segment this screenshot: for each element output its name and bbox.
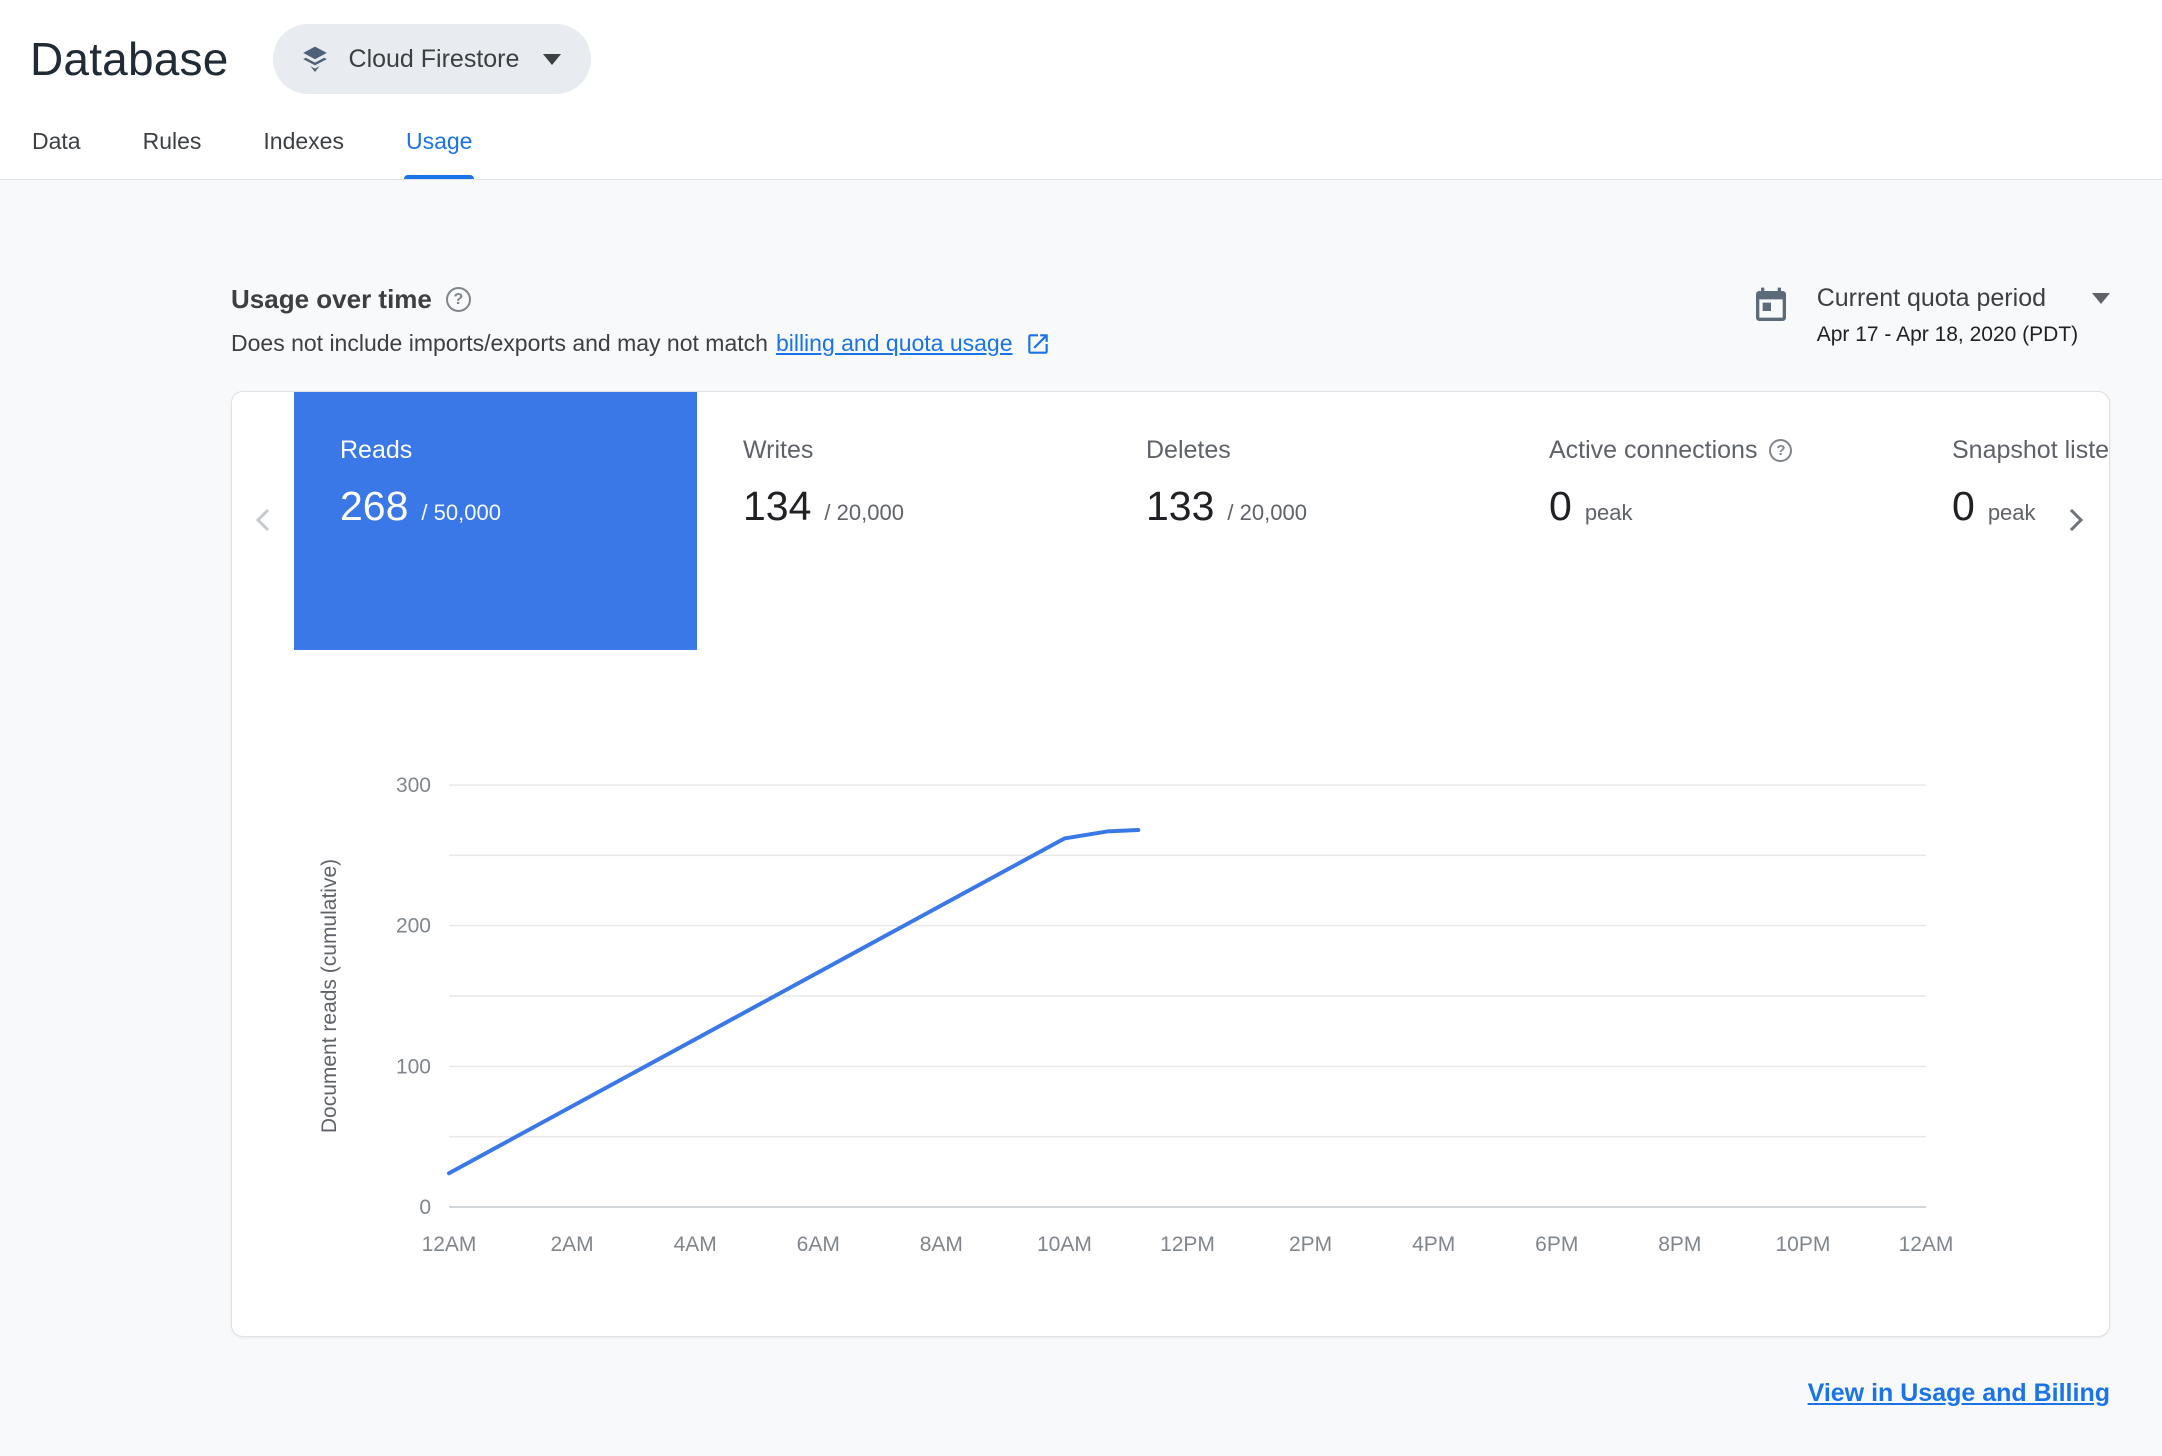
usage-subtitle: Does not include imports/exports and may… (231, 330, 1051, 357)
metric-tile-reads[interactable]: Reads 268 / 50,000 (294, 392, 697, 650)
usage-heading-block: Usage over time Does not include imports… (231, 284, 1051, 357)
svg-text:10PM: 10PM (1775, 1233, 1830, 1256)
metric-denominator: peak (1987, 500, 2036, 525)
svg-text:12PM: 12PM (1160, 1233, 1215, 1256)
metric-value: 133 (1146, 483, 1215, 529)
svg-text:4AM: 4AM (674, 1233, 717, 1256)
svg-text:0: 0 (419, 1196, 431, 1219)
metric-label: Writes (743, 436, 814, 464)
svg-text:8PM: 8PM (1658, 1233, 1701, 1256)
svg-text:200: 200 (396, 915, 431, 938)
carousel-next-button[interactable] (2055, 501, 2095, 541)
quota-period-select[interactable]: Current quota period Apr 17 - Apr 18, 20… (1817, 284, 2110, 347)
usage-card: Reads 268 / 50,000 Writes 134 / 20,000 D… (231, 391, 2110, 1337)
footer-link-row: View in Usage and Billing (231, 1379, 2110, 1408)
product-switcher-button[interactable]: Cloud Firestore (272, 24, 592, 94)
metrics-carousel: Reads 268 / 50,000 Writes 134 / 20,000 D… (232, 392, 2109, 650)
view-usage-billing-link[interactable]: View in Usage and Billing (1808, 1379, 2110, 1407)
firestore-icon (299, 43, 331, 75)
svg-text:4PM: 4PM (1412, 1233, 1455, 1256)
svg-text:100: 100 (396, 1055, 431, 1078)
product-switcher-label: Cloud Firestore (348, 44, 520, 73)
metric-denominator: / 20,000 (824, 500, 904, 525)
usage-chart-area: 0 100 200 300 12AM 2AM 4AM 6AM 8AM 10AM 12PM 2PM 4PM… (320, 755, 2109, 1336)
tab-rules[interactable]: Rules (141, 108, 204, 179)
open-in-new-icon (1027, 333, 1048, 354)
usage-section-head: Usage over time Does not include imports… (231, 284, 2110, 357)
metric-label: Snapshot listeners (1952, 436, 2110, 464)
metric-tile-writes[interactable]: Writes 134 / 20,000 (697, 392, 1100, 650)
reads-line-chart: 0 100 200 300 12AM 2AM 4AM 6AM 8AM 10AM 12PM 2PM 4PM… (320, 774, 1954, 1256)
metric-tile-active-connections[interactable]: Active connections 0 peak (1503, 392, 1906, 650)
svg-text:6AM: 6AM (797, 1233, 840, 1256)
metric-value: 268 (340, 483, 409, 529)
metric-value: 0 (1952, 483, 1975, 529)
tab-usage[interactable]: Usage (403, 108, 475, 179)
quota-period-block: Current quota period Apr 17 - Apr 18, 20… (1751, 284, 2110, 347)
usage-title: Usage over time (231, 284, 432, 314)
metric-tile-deletes[interactable]: Deletes 133 / 20,000 (1100, 392, 1503, 650)
usage-subtitle-text: Does not include imports/exports and may… (231, 330, 768, 356)
metric-label: Deletes (1146, 436, 1231, 464)
svg-text:12AM: 12AM (1899, 1233, 1954, 1256)
metric-denominator: peak (1584, 500, 1633, 525)
carousel-prev-button[interactable] (244, 501, 284, 541)
svg-text:10AM: 10AM (1037, 1233, 1092, 1256)
metric-value: 0 (1549, 483, 1572, 529)
svg-text:6PM: 6PM (1535, 1233, 1578, 1256)
metric-denominator: / 50,000 (421, 500, 501, 525)
metric-label: Reads (340, 436, 413, 464)
svg-text:2PM: 2PM (1289, 1233, 1332, 1256)
quota-period-range: Apr 17 - Apr 18, 2020 (PDT) (1816, 323, 2079, 346)
page-header: Database Cloud Firestore (0, 0, 2162, 98)
chevron-down-icon (543, 53, 562, 65)
tab-data[interactable]: Data (30, 108, 83, 179)
metric-label: Active connections (1549, 436, 1758, 464)
billing-quota-link[interactable]: billing and quota usage (776, 330, 1013, 357)
svg-text:Document reads (cumulative): Document reads (cumulative) (320, 859, 341, 1133)
help-icon[interactable] (445, 287, 471, 312)
svg-text:300: 300 (396, 774, 431, 797)
svg-text:2AM: 2AM (550, 1233, 593, 1256)
calendar-icon (1755, 287, 1786, 321)
metric-value: 134 (743, 483, 812, 529)
usage-content: Usage over time Does not include imports… (0, 284, 2162, 1408)
svg-text:12AM: 12AM (422, 1233, 477, 1256)
metric-denominator: / 20,000 (1227, 500, 1307, 525)
help-icon[interactable] (1769, 439, 1793, 462)
chevron-down-icon (2092, 293, 2110, 304)
quota-period-label: Current quota period (1816, 284, 2046, 312)
tab-bar: Data Rules Indexes Usage (0, 98, 2162, 180)
page-title: Database (30, 33, 229, 85)
tab-indexes[interactable]: Indexes (261, 108, 346, 179)
svg-text:8AM: 8AM (920, 1233, 963, 1256)
